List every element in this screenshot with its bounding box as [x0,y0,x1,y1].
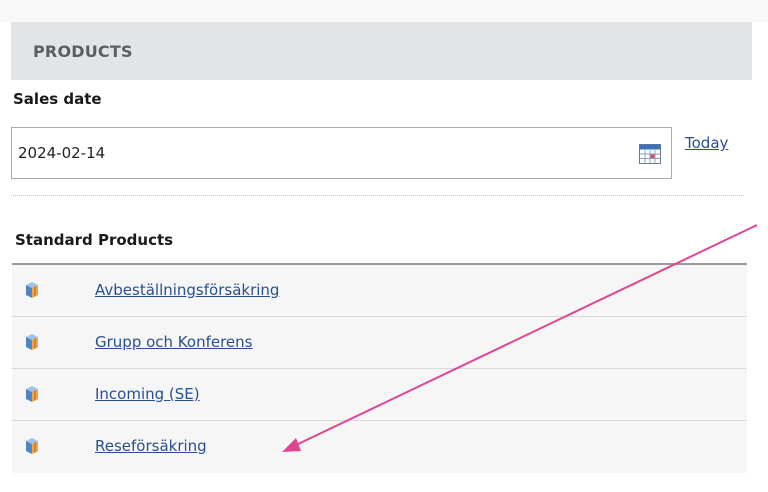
sales-date-value: 2024-02-14 [18,144,106,162]
product-box-icon [26,386,38,402]
product-row: Grupp och Konferens [12,317,747,369]
panel-title: PRODUCTS [33,41,133,61]
product-row: Incoming (SE) [12,369,747,421]
product-box-icon [26,334,38,350]
today-link[interactable]: Today [685,134,728,152]
product-row: Avbeställningsförsäkring [12,265,747,317]
product-row: Reseförsäkring [12,421,747,473]
divider [11,195,744,196]
product-link[interactable]: Incoming (SE) [95,385,200,403]
standard-products-heading: Standard Products [15,231,174,249]
sales-date-label: Sales date [13,90,102,108]
product-link[interactable]: Grupp och Konferens [95,333,252,351]
product-list: Avbeställningsförsäkring Grupp och Konfe… [12,263,747,473]
sales-date-input[interactable]: 2024-02-14 [11,127,672,179]
product-box-icon [26,438,38,454]
product-link[interactable]: Reseförsäkring [95,437,207,455]
calendar-icon[interactable] [639,144,661,164]
top-strip [0,0,768,22]
product-box-icon [26,282,38,298]
panel-header: PRODUCTS [11,22,752,80]
product-link[interactable]: Avbeställningsförsäkring [95,281,279,299]
